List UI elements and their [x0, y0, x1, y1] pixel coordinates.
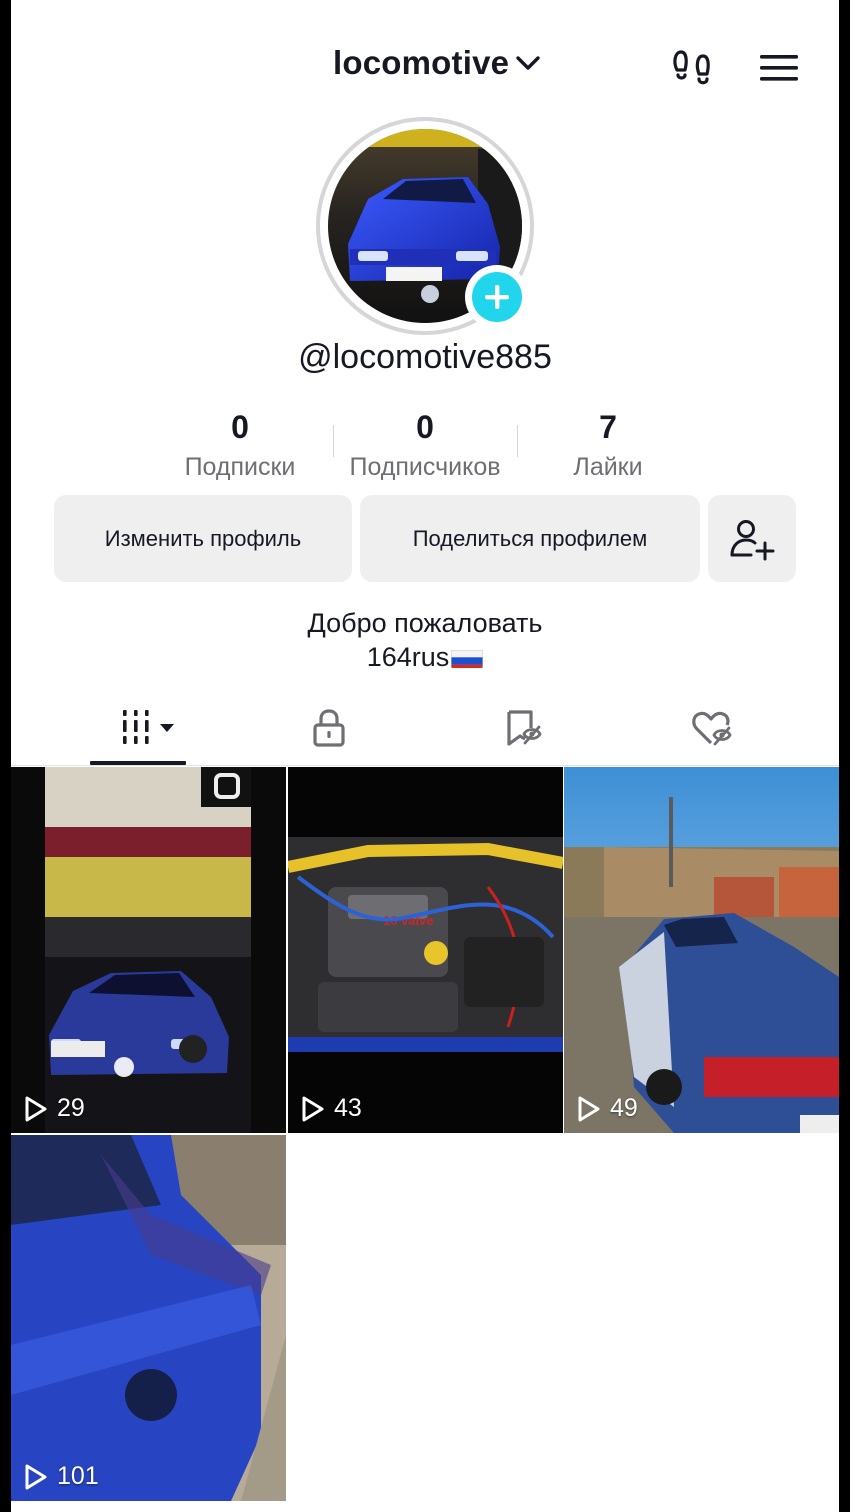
- stat-likes[interactable]: 7 Лайки: [516, 405, 700, 482]
- view-count-value: 43: [334, 1094, 362, 1122]
- add-avatar-button[interactable]: [465, 265, 529, 329]
- profile-bio: Добро пожаловать 164rus: [0, 606, 850, 674]
- stat-following-label: Подписки: [184, 453, 296, 481]
- view-count: 43: [300, 1094, 362, 1123]
- view-count: 29: [23, 1094, 85, 1123]
- stat-likes-count: 7: [599, 409, 617, 445]
- tabs-divider: [11, 765, 839, 766]
- account-name: locomotive: [333, 44, 510, 81]
- videos-grid-icon: [123, 710, 149, 744]
- menu-icon[interactable]: [759, 50, 799, 86]
- plus-icon: [485, 285, 509, 309]
- bio-line-2: 164rus: [366, 642, 450, 672]
- tab-private[interactable]: [291, 690, 367, 766]
- play-icon: [25, 1464, 47, 1489]
- play-icon: [25, 1096, 47, 1121]
- tab-videos[interactable]: [91, 690, 187, 766]
- bio-line-1: Добро пожаловать: [307, 608, 543, 638]
- profile-tabs: [11, 690, 839, 766]
- profile-handle: @locomotive885: [298, 338, 552, 376]
- video-thumbnail[interactable]: 49: [564, 767, 839, 1133]
- video-thumbnail[interactable]: 101: [11, 1135, 286, 1501]
- stat-following[interactable]: 0 Подписки: [148, 405, 332, 482]
- tab-liked[interactable]: [675, 690, 751, 766]
- edit-profile-button[interactable]: Изменить профиль: [54, 495, 352, 582]
- view-count: 101: [23, 1462, 99, 1491]
- favorites-icon: [507, 710, 542, 746]
- profile-stats: 0 Подписки 0 Подписчиков 7 Лайки: [0, 405, 850, 485]
- top-bar: locomotive: [11, 0, 839, 120]
- view-count-value: 49: [610, 1094, 638, 1122]
- liked-icon: [692, 711, 732, 746]
- stat-divider: [333, 425, 334, 457]
- tab-favorites[interactable]: [485, 690, 561, 766]
- chevron-down-icon: [516, 56, 540, 70]
- frame-edge-right: [839, 0, 850, 1512]
- video-thumbnail[interactable]: 29: [11, 767, 286, 1133]
- view-count-value: 101: [57, 1462, 99, 1490]
- profile-avatar[interactable]: [316, 117, 534, 335]
- view-count: 49: [576, 1094, 638, 1123]
- play-icon: [578, 1096, 600, 1121]
- stat-following-count: 0: [231, 409, 249, 445]
- play-icon: [302, 1096, 324, 1121]
- add-user-icon: [730, 519, 775, 560]
- stat-followers-count: 0: [416, 409, 434, 445]
- add-friend-button[interactable]: [708, 495, 796, 582]
- account-switcher[interactable]: locomotive: [333, 44, 541, 82]
- stat-followers-label: Подписчиков: [349, 453, 501, 481]
- chevron-down-icon: [160, 724, 174, 732]
- stat-followers[interactable]: 0 Подписчиков: [333, 405, 517, 482]
- stat-divider: [517, 425, 518, 457]
- lock-icon: [313, 709, 345, 747]
- share-profile-button[interactable]: Поделиться профилем: [360, 495, 700, 582]
- russia-flag-icon: [451, 646, 484, 668]
- stat-likes-label: Лайки: [573, 453, 643, 481]
- view-count-value: 29: [57, 1094, 85, 1122]
- frame-edge-left: [0, 0, 11, 1512]
- video-thumbnail[interactable]: 16 valve 43: [288, 767, 563, 1133]
- bio-line-2-wrap: 164rus: [0, 640, 850, 674]
- footprints-icon[interactable]: [669, 46, 715, 92]
